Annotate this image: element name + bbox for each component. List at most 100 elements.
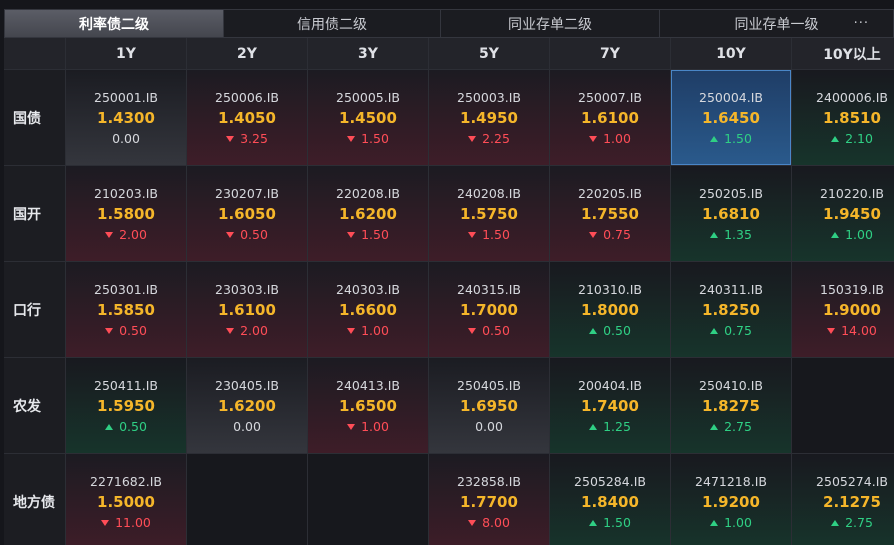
- quote-cell[interactable]: 250003.IB 1.4950 2.25: [429, 70, 549, 165]
- tab-credit-bond-secondary[interactable]: 信用债二级: [223, 9, 440, 38]
- bond-code: 230303.IB: [215, 281, 279, 297]
- bond-code: 240208.IB: [457, 185, 521, 201]
- yield-value: 1.5000: [97, 492, 155, 511]
- quote-cell[interactable]: 250411.IB 1.5950 0.50: [66, 358, 186, 453]
- change-value: 8.00: [468, 513, 510, 533]
- triangle-up-icon: [710, 423, 719, 430]
- col-header-1y: 1Y: [66, 38, 186, 69]
- tab-ncd-primary[interactable]: 同业存单一级 ···: [659, 9, 894, 38]
- bond-code: 210220.IB: [820, 185, 884, 201]
- triangle-down-icon: [347, 423, 356, 430]
- triangle-up-icon: [589, 423, 598, 430]
- triangle-down-icon: [347, 135, 356, 142]
- quote-cell[interactable]: 230405.IB 1.6200 0.00: [187, 358, 307, 453]
- quote-cell[interactable]: 250005.IB 1.4500 1.50: [308, 70, 428, 165]
- quote-cell[interactable]: 2505284.IB 1.8400 1.50: [550, 454, 670, 545]
- triangle-down-icon: [226, 135, 235, 142]
- change-value: 14.00: [827, 321, 877, 341]
- quote-cell[interactable]: 210310.IB 1.8000 0.50: [550, 262, 670, 357]
- more-icon[interactable]: ···: [854, 16, 869, 31]
- bond-code: 250006.IB: [215, 89, 279, 105]
- triangle-up-icon: [710, 327, 719, 334]
- yield-value: 1.6100: [218, 300, 276, 319]
- tab-ncd-secondary[interactable]: 同业存单二级: [440, 9, 659, 38]
- tab-ncd-primary-label: 同业存单一级: [734, 16, 819, 33]
- quote-cell[interactable]: 250004.IB 1.6450 1.50: [671, 70, 791, 165]
- change-text: 1.50: [482, 226, 510, 242]
- yield-value: 1.7700: [460, 492, 518, 511]
- quote-cell[interactable]: 220205.IB 1.7550 0.75: [550, 166, 670, 261]
- change-text: 0.50: [482, 322, 510, 338]
- col-header-7y: 7Y: [550, 38, 670, 69]
- quote-cell[interactable]: 230207.IB 1.6050 0.50: [187, 166, 307, 261]
- col-header-10y-plus: 10Y以上: [792, 38, 894, 69]
- bond-code: 250301.IB: [94, 281, 158, 297]
- quote-cell[interactable]: 2271682.IB 1.5000 11.00: [66, 454, 186, 545]
- change-value: 2.75: [710, 417, 752, 437]
- change-value: 1.25: [589, 417, 631, 437]
- change-value: 1.00: [831, 225, 873, 245]
- quote-cell[interactable]: 240208.IB 1.5750 1.50: [429, 166, 549, 261]
- bond-code: 2400006.IB: [816, 89, 888, 105]
- bond-code: 210310.IB: [578, 281, 642, 297]
- triangle-down-icon: [347, 327, 356, 334]
- triangle-up-icon: [831, 231, 840, 238]
- yield-value: 1.4500: [339, 108, 397, 127]
- bond-code: 250205.IB: [699, 185, 763, 201]
- quote-cell[interactable]: 250001.IB 1.4300 0.00: [66, 70, 186, 165]
- quote-cell[interactable]: 250301.IB 1.5850 0.50: [66, 262, 186, 357]
- col-header-3y: 3Y: [308, 38, 428, 69]
- bond-code: 220208.IB: [336, 185, 400, 201]
- quote-cell[interactable]: 2505274.IB 2.1275 2.75: [792, 454, 894, 545]
- change-text: 1.00: [361, 418, 389, 434]
- quote-cell[interactable]: 250205.IB 1.6810 1.35: [671, 166, 791, 261]
- bond-code: 2271682.IB: [90, 473, 162, 489]
- yield-value: 1.4050: [218, 108, 276, 127]
- quote-cell[interactable]: 250006.IB 1.4050 3.25: [187, 70, 307, 165]
- quote-cell[interactable]: 240311.IB 1.8250 0.75: [671, 262, 791, 357]
- change-value: 2.00: [226, 321, 268, 341]
- change-value: 0.50: [105, 417, 147, 437]
- quote-cell[interactable]: 250405.IB 1.6950 0.00: [429, 358, 549, 453]
- quote-cell[interactable]: 200404.IB 1.7400 1.25: [550, 358, 670, 453]
- triangle-up-icon: [831, 519, 840, 526]
- change-value: 2.00: [105, 225, 147, 245]
- yield-value: 1.5950: [97, 396, 155, 415]
- quote-cell[interactable]: 2471218.IB 1.9200 1.00: [671, 454, 791, 545]
- col-header-10y: 10Y: [671, 38, 791, 69]
- quote-cell[interactable]: 2400006.IB 1.8510 2.10: [792, 70, 894, 165]
- yield-value: 1.6200: [339, 204, 397, 223]
- change-text: 1.00: [724, 514, 752, 530]
- tab-rate-bond-secondary[interactable]: 利率债二级: [4, 9, 223, 38]
- change-text: 0.50: [119, 322, 147, 338]
- yield-value: 1.5750: [460, 204, 518, 223]
- triangle-down-icon: [468, 519, 477, 526]
- quote-cell[interactable]: 150319.IB 1.9000 14.00: [792, 262, 894, 357]
- row-header: 地方债: [4, 454, 65, 545]
- change-value: 0.50: [468, 321, 510, 341]
- quote-cell[interactable]: 232858.IB 1.7700 8.00: [429, 454, 549, 545]
- quote-cell[interactable]: 250410.IB 1.8275 2.75: [671, 358, 791, 453]
- quote-cell[interactable]: 220208.IB 1.6200 1.50: [308, 166, 428, 261]
- bond-code: 2505274.IB: [816, 473, 888, 489]
- change-value: 1.50: [347, 129, 389, 149]
- bond-code: 250001.IB: [94, 89, 158, 105]
- change-text: 1.25: [603, 418, 631, 434]
- bond-code: 250003.IB: [457, 89, 521, 105]
- change-text: 0.50: [603, 322, 631, 338]
- yield-value: 1.6200: [218, 396, 276, 415]
- quote-cell[interactable]: 240303.IB 1.6600 1.00: [308, 262, 428, 357]
- change-value: 2.25: [468, 129, 510, 149]
- triangle-down-icon: [827, 327, 836, 334]
- quote-cell[interactable]: 250007.IB 1.6100 1.00: [550, 70, 670, 165]
- yield-value: 1.9200: [702, 492, 760, 511]
- quote-cell[interactable]: 240315.IB 1.7000 0.50: [429, 262, 549, 357]
- triangle-down-icon: [468, 231, 477, 238]
- quote-cell[interactable]: 210203.IB 1.5800 2.00: [66, 166, 186, 261]
- quote-cell[interactable]: 210220.IB 1.9450 1.00: [792, 166, 894, 261]
- triangle-down-icon: [105, 231, 114, 238]
- quote-cell[interactable]: 230303.IB 1.6100 2.00: [187, 262, 307, 357]
- quote-cell[interactable]: 240413.IB 1.6500 1.00: [308, 358, 428, 453]
- tab-bar: 利率债二级 信用债二级 同业存单二级 同业存单一级 ···: [4, 9, 894, 38]
- triangle-down-icon: [226, 327, 235, 334]
